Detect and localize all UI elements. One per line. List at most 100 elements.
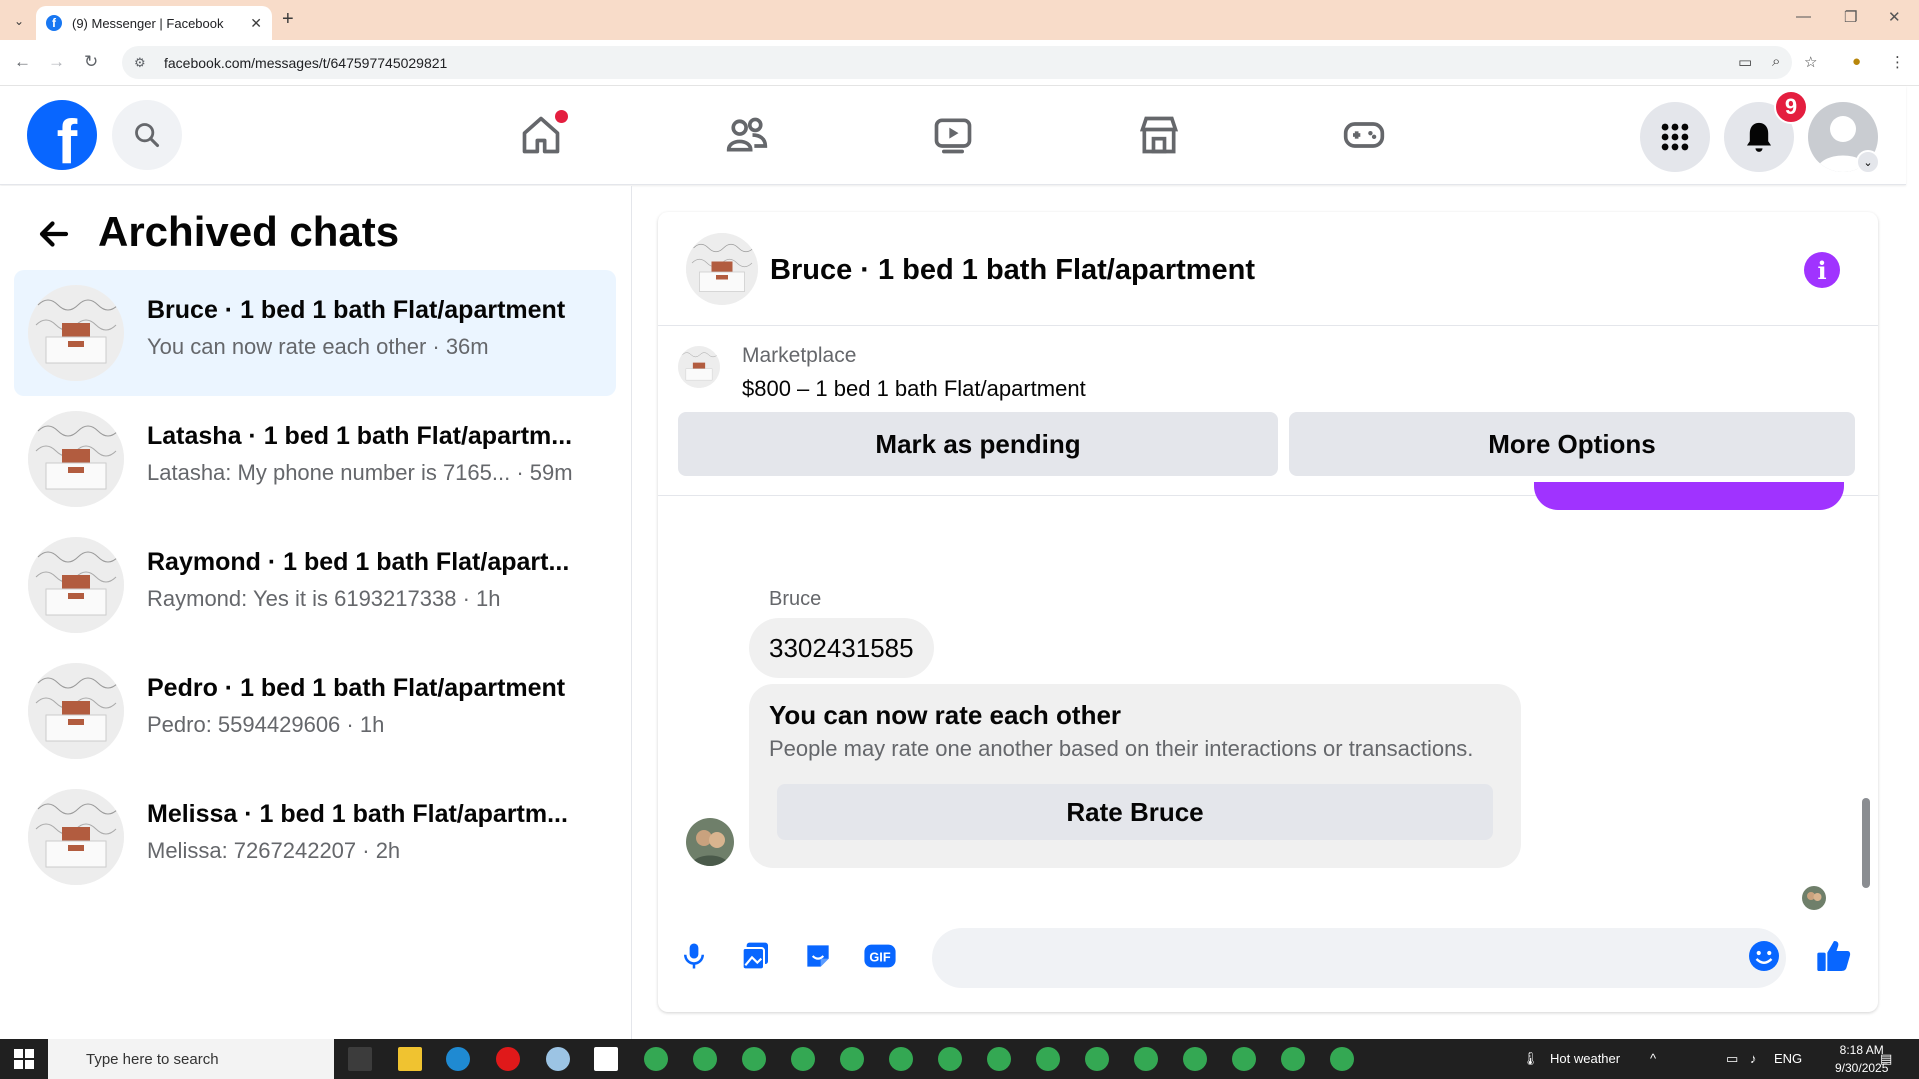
menu-button[interactable]: [1640, 102, 1710, 172]
incoming-message-bubble[interactable]: 3302431585: [749, 618, 934, 678]
tab-close-icon[interactable]: ✕: [250, 15, 262, 32]
chat-preview: Melissa: 7267242207 · 2h: [147, 838, 401, 863]
gif-icon[interactable]: GIF: [858, 934, 902, 978]
emoji-icon[interactable]: [1742, 934, 1786, 978]
chrome-icon-1[interactable]: [644, 1047, 668, 1071]
volume-icon[interactable]: ♪: [1750, 1051, 1757, 1066]
account-chevron-down-icon[interactable]: ⌄: [1856, 150, 1880, 174]
chrome-icon-14[interactable]: [1281, 1047, 1305, 1071]
chrome-icon-15[interactable]: [1330, 1047, 1354, 1071]
minimize-icon[interactable]: —: [1796, 8, 1811, 25]
bell-icon: [1746, 122, 1772, 152]
back-icon[interactable]: ←: [14, 52, 31, 72]
profile-icon[interactable]: ●: [1852, 53, 1861, 70]
chrome-icon-11[interactable]: [1134, 1047, 1158, 1071]
microphone-icon[interactable]: [672, 934, 716, 978]
conversation-info-icon[interactable]: i: [1804, 252, 1840, 288]
rate-card-description: People may rate one another based on the…: [769, 736, 1474, 761]
chrome-icon-9[interactable]: [1036, 1047, 1060, 1071]
chat-item-latasha[interactable]: Latasha · 1 bed 1 bath Flat/apartm... La…: [14, 396, 616, 522]
rate-each-other-card: You can now rate each other People may r…: [749, 684, 1521, 868]
message-thread: Bruce 3302431585 You can now rate each o…: [658, 482, 1878, 910]
app-icon[interactable]: [546, 1047, 570, 1071]
nav-gaming[interactable]: [1334, 108, 1394, 162]
chrome-icon-10[interactable]: [1085, 1047, 1109, 1071]
nav-watch[interactable]: [923, 108, 983, 162]
facebook-search-button[interactable]: [112, 100, 182, 170]
message-input[interactable]: [932, 928, 1786, 988]
chrome-icon-3[interactable]: [742, 1047, 766, 1071]
chrome-icon-5[interactable]: [840, 1047, 864, 1071]
notepad-icon[interactable]: [594, 1047, 618, 1071]
thermometer-icon: 🌡: [1522, 1051, 1539, 1066]
restore-icon[interactable]: ❐: [1844, 8, 1857, 26]
url-text: facebook.com/messages/t/647597745029821: [164, 54, 448, 71]
sender-avatar: [686, 818, 734, 866]
browser-tab-active[interactable]: f (9) Messenger | Facebook ✕: [36, 6, 272, 40]
more-options-button[interactable]: More Options: [1289, 412, 1855, 476]
conversation-avatar[interactable]: [686, 233, 758, 305]
chrome-icon-8[interactable]: [987, 1047, 1011, 1071]
language-indicator[interactable]: ENG: [1774, 1051, 1802, 1066]
edge-icon[interactable]: [446, 1047, 470, 1071]
tab-title: (9) Messenger | Facebook: [72, 15, 224, 31]
photo-icon[interactable]: [734, 934, 778, 978]
chrome-icon-2[interactable]: [693, 1047, 717, 1071]
install-app-icon[interactable]: ▭: [1738, 53, 1752, 71]
bookmark-star-icon[interactable]: ☆: [1804, 53, 1817, 71]
seen-receipt-avatar: [1802, 886, 1826, 910]
sticker-icon[interactable]: [796, 934, 840, 978]
chat-item-raymond[interactable]: Raymond · 1 bed 1 bath Flat/apart... Ray…: [14, 522, 616, 648]
chrome-icon-4[interactable]: [791, 1047, 815, 1071]
listing-title[interactable]: $800 – 1 bed 1 bath Flat/apartment: [742, 376, 1086, 402]
nav-home[interactable]: [511, 108, 571, 162]
chat-preview: Pedro: 5594429606 · 1h: [147, 712, 385, 737]
reload-icon[interactable]: ↻: [84, 52, 98, 72]
opera-icon[interactable]: [496, 1047, 520, 1071]
rate-bruce-button[interactable]: Rate Bruce: [777, 784, 1493, 840]
url-omnibox[interactable]: ⚙ facebook.com/messages/t/64759774502982…: [122, 46, 1792, 79]
marketplace-listing-bar: Marketplace $800 – 1 bed 1 bath Flat/apa…: [658, 326, 1878, 496]
task-view-icon[interactable]: [348, 1047, 372, 1071]
chat-name: Raymond · 1 bed 1 bath Flat/apart...: [147, 548, 570, 576]
tab-search-dropdown-icon[interactable]: ⌄: [8, 10, 30, 32]
chat-item-pedro[interactable]: Pedro · 1 bed 1 bath Flat/apartment Pedr…: [14, 648, 616, 774]
network-icon[interactable]: ▭: [1726, 1051, 1738, 1067]
nav-marketplace[interactable]: [1129, 108, 1189, 162]
chat-item-bruce[interactable]: Bruce · 1 bed 1 bath Flat/apartment You …: [14, 270, 616, 396]
new-tab-icon[interactable]: +: [282, 8, 294, 31]
marketplace-label: Marketplace: [742, 344, 857, 367]
facebook-logo-icon[interactable]: f: [27, 100, 97, 170]
window-close-icon[interactable]: ✕: [1888, 8, 1901, 26]
facebook-header: f 9 ⌄: [0, 86, 1906, 185]
forward-icon[interactable]: →: [48, 52, 65, 72]
listing-thumbnail: [28, 537, 124, 633]
site-info-icon[interactable]: ⚙: [134, 55, 150, 71]
conversation-header: Bruce · 1 bed 1 bath Flat/apartment i: [658, 212, 1878, 326]
weather-text[interactable]: Hot weather: [1550, 1051, 1620, 1066]
svg-text:GIF: GIF: [869, 950, 890, 965]
chrome-icon-7[interactable]: [938, 1047, 962, 1071]
tray-chevron-icon[interactable]: ^: [1650, 1051, 1656, 1066]
marketplace-icon: [1139, 116, 1179, 154]
notification-center-icon[interactable]: ▤: [1880, 1051, 1892, 1067]
chat-preview: You can now rate each other · 36m: [147, 334, 489, 359]
zoom-icon[interactable]: ⌕: [1772, 53, 1780, 70]
chrome-icon-13[interactable]: [1232, 1047, 1256, 1071]
browser-menu-icon[interactable]: ⋮: [1890, 53, 1905, 71]
thumbs-up-icon[interactable]: [1812, 934, 1856, 978]
chat-item-melissa[interactable]: Melissa · 1 bed 1 bath Flat/apartm... Me…: [14, 774, 616, 900]
listing-thumbnail: [678, 346, 720, 388]
nav-friends[interactable]: [717, 108, 777, 162]
taskbar-search-box[interactable]: Type here to search: [48, 1039, 334, 1079]
chat-name: Pedro · 1 bed 1 bath Flat/apartment: [147, 674, 566, 702]
back-arrow-icon[interactable]: [36, 216, 72, 257]
chrome-icon-12[interactable]: [1183, 1047, 1207, 1071]
chrome-icon-6[interactable]: [889, 1047, 913, 1071]
mark-as-pending-button[interactable]: Mark as pending: [678, 412, 1278, 476]
scrollbar-thumb[interactable]: [1862, 798, 1870, 888]
conversation-title[interactable]: Bruce · 1 bed 1 bath Flat/apartment: [770, 254, 1255, 287]
windows-start-icon[interactable]: [14, 1049, 34, 1069]
file-explorer-icon[interactable]: [398, 1047, 422, 1071]
sidebar-title: Archived chats: [98, 208, 400, 255]
